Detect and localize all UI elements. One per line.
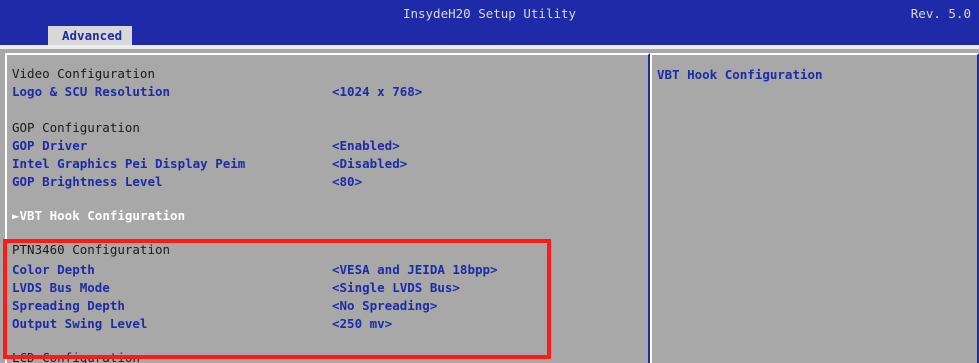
settings-panel: Video Configuration Logo & SCU Resolutio… xyxy=(5,53,650,363)
setting-label: GOP Brightness Level xyxy=(12,174,163,189)
setting-row-gop-driver[interactable]: GOP Driver <Enabled> xyxy=(12,137,632,155)
help-text: VBT Hook Configuration xyxy=(657,67,823,82)
submenu-vbt-hook[interactable]: ►VBT Hook Configuration xyxy=(12,207,185,225)
setting-label: Color Depth xyxy=(12,262,95,277)
section-heading-ptn3460: PTN3460 Configuration xyxy=(12,242,171,257)
setting-value[interactable]: <250 mv> xyxy=(332,315,392,333)
setting-row-gop-brightness[interactable]: GOP Brightness Level <80> xyxy=(12,173,632,191)
setting-row-intel-peim[interactable]: Intel Graphics Pei Display Peim <Disable… xyxy=(12,155,632,173)
tab-bar xyxy=(0,26,979,45)
setting-value[interactable]: <Enabled> xyxy=(332,137,400,155)
setting-row-output-swing[interactable]: Output Swing Level <250 mv> xyxy=(12,315,632,333)
setting-label: Logo & SCU Resolution xyxy=(12,84,171,99)
help-panel: VBT Hook Configuration xyxy=(650,53,979,363)
setting-label: Intel Graphics Pei Display Peim xyxy=(12,156,246,171)
app-title: InsydeH20 Setup Utility xyxy=(402,6,577,21)
tab-advanced[interactable]: Advanced xyxy=(48,26,132,45)
section-heading-gop: GOP Configuration xyxy=(12,120,140,135)
setting-value[interactable]: <No Spreading> xyxy=(332,297,437,315)
setting-row-lvds-bus-mode[interactable]: LVDS Bus Mode <Single LVDS Bus> xyxy=(12,279,632,297)
tab-bar-divider xyxy=(0,45,979,49)
submenu-arrow-icon: ► xyxy=(12,208,20,223)
setting-row-spreading-depth[interactable]: Spreading Depth <No Spreading> xyxy=(12,297,632,315)
submenu-label: VBT Hook Configuration xyxy=(19,208,186,223)
setting-row-color-depth[interactable]: Color Depth <VESA and JEIDA 18bpp> xyxy=(12,261,632,279)
section-heading-lcd: LCD Configuration xyxy=(12,350,140,363)
setting-value[interactable]: <Single LVDS Bus> xyxy=(332,279,460,297)
revision-label: Rev. 5.0 xyxy=(910,6,971,21)
setting-label: Spreading Depth xyxy=(12,298,125,313)
section-heading-video: Video Configuration xyxy=(12,66,155,81)
setting-value[interactable]: <VESA and JEIDA 18bpp> xyxy=(332,261,498,279)
setting-value[interactable]: <Disabled> xyxy=(332,155,407,173)
setting-value[interactable]: <80> xyxy=(332,173,362,191)
setting-value[interactable]: <1024 x 768> xyxy=(332,83,422,101)
setting-label: LVDS Bus Mode xyxy=(12,280,110,295)
title-bar: InsydeH20 Setup Utility Rev. 5.0 xyxy=(0,0,979,26)
setting-row-logo-resolution[interactable]: Logo & SCU Resolution <1024 x 768> xyxy=(12,83,632,101)
setting-label: GOP Driver xyxy=(12,138,88,153)
setting-label: Output Swing Level xyxy=(12,316,148,331)
